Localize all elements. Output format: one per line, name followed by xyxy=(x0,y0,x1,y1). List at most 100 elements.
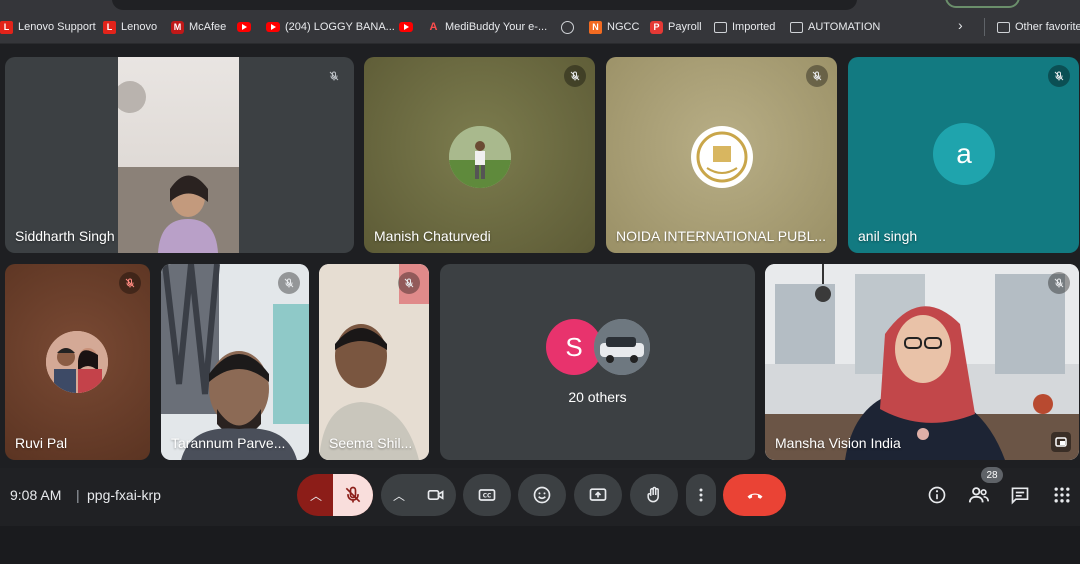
participant-tile-manish-chaturvedi[interactable]: Manish Chaturvedi xyxy=(364,57,595,253)
participant-name: Siddharth Singh xyxy=(15,228,115,244)
bookmark-label: Other favorites xyxy=(1015,21,1080,33)
meeting-time: 9:08 AM xyxy=(10,487,62,503)
bookmark-label: Lenovo xyxy=(121,21,158,33)
bookmark-youtube[interactable] xyxy=(237,17,256,37)
reactions-button[interactable] xyxy=(518,474,566,516)
chevron-up-icon: ︿ xyxy=(392,488,405,503)
participant-tile-ruvi-pal[interactable]: Ruvi Pal xyxy=(5,264,150,460)
bookmark-other-favorites[interactable]: Other favorites xyxy=(997,17,1080,37)
bookmark-loggy-banana[interactable]: (204) LOGGY BANA... xyxy=(266,17,395,37)
avatar xyxy=(691,126,753,188)
people-icon xyxy=(968,487,989,503)
avatar: a xyxy=(933,123,995,185)
camera-icon xyxy=(427,490,444,500)
mic-off-icon xyxy=(806,65,828,87)
youtube-icon xyxy=(266,22,280,32)
participant-name: Manish Chaturvedi xyxy=(374,228,491,244)
bookmark-automation[interactable]: AUTOMATION xyxy=(790,17,880,37)
present-screen-icon xyxy=(589,488,607,501)
bookmark-medibuddy[interactable]: A MediBuddy Your e-... xyxy=(427,17,548,37)
participant-name: Seema Shil... xyxy=(329,435,413,451)
bookmark-label: Lenovo Support xyxy=(18,21,96,33)
svg-text:CC: CC xyxy=(483,494,492,500)
bookmark-youtube-2[interactable] xyxy=(399,17,418,37)
info-icon xyxy=(928,486,946,504)
mic-off-icon xyxy=(345,486,361,503)
audio-options-button[interactable]: ︿ xyxy=(297,474,335,516)
participant-tile-seema-shil[interactable]: Seema Shil... xyxy=(319,264,429,460)
bookmark-globe[interactable] xyxy=(561,17,579,37)
lenovo-icon: L xyxy=(103,20,116,34)
others-tile[interactable]: S 20 others xyxy=(440,264,755,460)
participant-name: NOIDA INTERNATIONAL PUBL... xyxy=(616,228,827,244)
address-bar[interactable] xyxy=(112,0,857,10)
payroll-icon: P xyxy=(650,20,663,34)
medibuddy-icon: A xyxy=(429,21,438,33)
emoji-icon xyxy=(533,486,551,504)
school-logo-icon xyxy=(696,131,748,183)
bookmark-ngcc[interactable]: N NGCC xyxy=(589,17,639,37)
chat-icon xyxy=(1011,487,1029,505)
mic-off-icon xyxy=(323,65,345,87)
bookmarks-divider xyxy=(984,18,985,36)
avatar-letter: S xyxy=(565,331,583,362)
activities-button[interactable] xyxy=(1050,483,1074,507)
chat-button[interactable] xyxy=(1008,483,1032,507)
mcafee-icon: M xyxy=(171,20,184,34)
folder-icon xyxy=(997,21,1010,33)
video-options-button[interactable]: ︿ xyxy=(381,474,417,516)
participant-tile-siddharth-singh[interactable]: Siddharth Singh xyxy=(5,57,354,253)
meeting-separator: | xyxy=(76,487,80,503)
closed-captions-icon: CC xyxy=(478,489,496,501)
ngcc-icon: N xyxy=(589,20,602,34)
mic-off-icon xyxy=(119,272,141,294)
meeting-details-button[interactable] xyxy=(925,483,949,507)
bookmark-mcafee[interactable]: M McAfee xyxy=(171,17,226,37)
participant-tile-tarannum-parveen[interactable]: Tarannum Parve... xyxy=(161,264,309,460)
youtube-icon xyxy=(237,22,251,32)
mic-off-icon xyxy=(1048,65,1070,87)
chevron-up-icon: ︿ xyxy=(309,488,322,503)
youtube-icon xyxy=(399,22,413,32)
participant-tile-mansha-vision-india[interactable]: Mansha Vision India xyxy=(765,264,1079,460)
profile-button[interactable] xyxy=(945,0,1020,8)
apps-grid-icon xyxy=(1054,487,1070,503)
bookmark-lenovo[interactable]: L Lenovo xyxy=(103,17,157,37)
more-options-button[interactable] xyxy=(686,474,716,516)
folder-icon xyxy=(714,21,727,33)
bookmark-label: McAfee xyxy=(189,21,227,33)
end-call-icon xyxy=(747,493,762,499)
avatar xyxy=(594,319,650,375)
chevron-right-icon[interactable]: › xyxy=(958,17,963,33)
bookmarks-bar: L Lenovo Support L Lenovo M McAfee (204)… xyxy=(0,0,1080,44)
people-button[interactable] xyxy=(967,483,991,507)
folder-icon xyxy=(790,21,803,33)
camera-toggle-button[interactable] xyxy=(416,474,456,516)
bookmark-label: MediBuddy Your e-... xyxy=(445,21,548,33)
present-screen-button[interactable] xyxy=(574,474,622,516)
bookmark-label: NGCC xyxy=(607,21,640,33)
mic-off-icon xyxy=(564,65,586,87)
bookmark-label: Payroll xyxy=(668,21,702,33)
raise-hand-button[interactable] xyxy=(630,474,678,516)
participant-tile-noida-international[interactable]: NOIDA INTERNATIONAL PUBL... xyxy=(606,57,837,253)
bookmark-payroll[interactable]: P Payroll xyxy=(650,17,702,37)
pin-icon[interactable] xyxy=(1051,432,1071,452)
mic-off-icon xyxy=(1048,272,1070,294)
participant-video xyxy=(118,57,239,253)
captions-button[interactable]: CC xyxy=(463,474,511,516)
others-label: 20 others xyxy=(568,389,627,405)
more-vert-icon xyxy=(699,488,703,502)
car-icon xyxy=(594,319,650,375)
leave-call-button[interactable] xyxy=(723,474,786,516)
mic-toggle-button[interactable] xyxy=(333,474,373,516)
bottom-strip xyxy=(0,526,1080,564)
participant-name: anil singh xyxy=(858,228,918,244)
globe-icon xyxy=(561,20,574,34)
participant-name: Ruvi Pal xyxy=(15,435,68,451)
bookmark-imported[interactable]: Imported xyxy=(714,17,775,37)
avatar xyxy=(449,126,511,188)
participant-tile-anil-singh[interactable]: a anil singh xyxy=(848,57,1079,253)
bookmark-lenovo-support[interactable]: L Lenovo Support xyxy=(0,17,96,37)
bookmark-label: (204) LOGGY BANA... xyxy=(285,21,395,33)
